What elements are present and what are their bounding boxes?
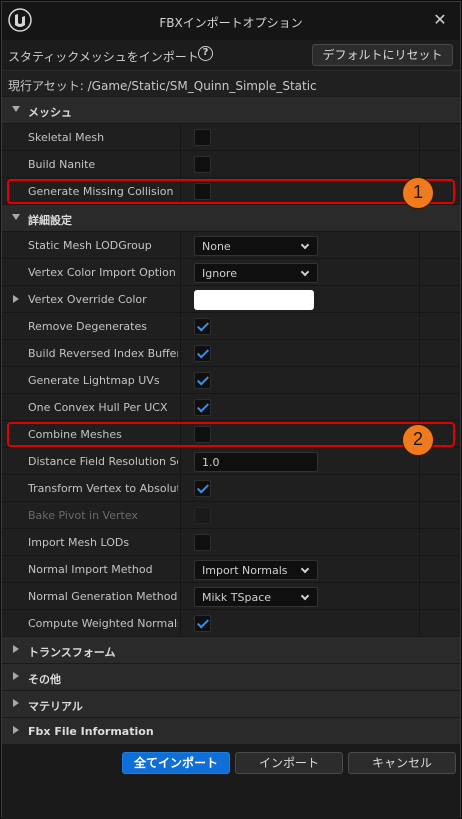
chevron-down-icon	[300, 240, 310, 250]
normal-import-method-dropdown[interactable]: Import Normals	[194, 560, 318, 580]
vertex-color-import-dropdown[interactable]: Ignore	[194, 263, 318, 283]
property-label: Distance Field Resolution Sc...	[28, 455, 178, 468]
section-material[interactable]: マテリアル	[2, 690, 460, 717]
generate-lightmap-uvs-checkbox[interactable]	[194, 372, 211, 389]
build-reversed-index-buffer-checkbox[interactable]	[194, 345, 211, 362]
vertex-override-color-swatch[interactable]	[194, 290, 314, 310]
row-one-convex-hull-per-ucx: One Convex Hull Per UCX	[2, 393, 460, 421]
row-normal-generation-method: Normal Generation Method Mikk TSpace	[2, 582, 460, 610]
row-skeletal-mesh: Skeletal Mesh	[2, 123, 460, 151]
section-mesh[interactable]: メッシュ	[2, 96, 460, 123]
section-label: マテリアル	[28, 700, 83, 713]
row-distance-field-resolution-scale: Distance Field Resolution Sc... 1.0	[2, 447, 460, 475]
help-icon[interactable]: ?	[198, 46, 213, 61]
expand-arrow-icon	[13, 672, 19, 680]
property-label: Build Nanite	[28, 158, 96, 171]
compute-weighted-normals-checkbox[interactable]	[194, 615, 211, 632]
transform-vertex-to-absolute-checkbox[interactable]	[194, 480, 211, 497]
remove-degenerates-checkbox[interactable]	[194, 318, 211, 335]
collapse-arrow-icon	[12, 214, 20, 220]
close-icon: ✕	[433, 10, 447, 29]
row-bake-pivot-in-vertex: Bake Pivot in Vertex	[2, 501, 460, 529]
annotation-badge-1: 1	[402, 177, 434, 209]
property-label: Bake Pivot in Vertex	[28, 509, 138, 522]
row-build-reversed-index-buffer: Build Reversed Index Buffer	[2, 339, 460, 367]
property-label: Static Mesh LODGroup	[28, 239, 152, 252]
section-misc[interactable]: その他	[2, 663, 460, 690]
row-static-mesh-lod-group: Static Mesh LODGroup None	[2, 231, 460, 259]
chevron-down-icon	[300, 267, 310, 277]
build-nanite-checkbox[interactable]	[194, 156, 211, 173]
distance-field-resolution-input[interactable]: 1.0	[194, 452, 318, 472]
property-label: Transform Vertex to Absolute	[28, 482, 178, 495]
dropdown-value: Import Normals	[202, 564, 288, 577]
property-label: One Convex Hull Per UCX	[28, 401, 168, 414]
row-generate-lightmap-uvs: Generate Lightmap UVs	[2, 366, 460, 394]
import-all-button[interactable]: 全てインポート	[122, 752, 230, 774]
current-asset-label: 現行アセット: /Game/Static/SM_Quinn_Simple_Sta…	[8, 79, 317, 93]
section-label: トランスフォーム	[28, 646, 116, 659]
annotation-badge-2: 2	[402, 424, 434, 456]
import-type-label: スタティックメッシュをインポート	[8, 50, 199, 64]
expand-arrow-icon	[13, 699, 19, 707]
row-compute-weighted-normals: Compute Weighted Normals	[2, 609, 460, 637]
reset-to-default-button[interactable]: デフォルトにリセット	[312, 44, 453, 66]
section-transform[interactable]: トランスフォーム	[2, 636, 460, 663]
property-label: Remove Degenerates	[28, 320, 147, 333]
cancel-button[interactable]: キャンセル	[348, 752, 456, 774]
chevron-down-icon	[300, 591, 310, 601]
property-label: Normal Import Method	[28, 563, 153, 576]
title-bar[interactable]: FBXインポートオプション ✕	[2, 2, 460, 40]
close-button[interactable]: ✕	[430, 10, 450, 30]
chevron-down-icon	[300, 564, 310, 574]
property-label: Import Mesh LODs	[28, 536, 130, 549]
property-label: Vertex Color Import Option	[28, 266, 176, 279]
import-mesh-lods-checkbox[interactable]	[194, 534, 211, 551]
collapse-arrow-icon	[12, 106, 20, 112]
footer-bar: 全てインポート インポート キャンセル	[2, 746, 460, 819]
input-value: 1.0	[202, 456, 220, 469]
section-label: その他	[28, 673, 61, 686]
property-label: Skeletal Mesh	[28, 131, 105, 144]
section-label: メッシュ	[28, 106, 72, 119]
dropdown-value: None	[202, 240, 231, 253]
lod-group-dropdown[interactable]: None	[194, 236, 318, 256]
section-label: 詳細設定	[28, 214, 72, 227]
row-normal-import-method: Normal Import Method Import Normals	[2, 555, 460, 583]
row-build-nanite: Build Nanite	[2, 150, 460, 178]
highlight-box-combine-meshes	[7, 422, 455, 447]
window-title: FBXインポートオプション	[159, 16, 303, 30]
import-button[interactable]: インポート	[235, 752, 343, 774]
row-import-mesh-lods: Import Mesh LODs	[2, 528, 460, 556]
normal-generation-method-dropdown[interactable]: Mikk TSpace	[194, 587, 318, 607]
highlight-box-generate-missing-collision	[7, 179, 455, 204]
section-advanced[interactable]: 詳細設定	[2, 204, 460, 231]
expand-arrow-icon	[13, 645, 19, 653]
property-label: Compute Weighted Normals	[28, 617, 178, 630]
one-convex-hull-per-ucx-checkbox[interactable]	[194, 399, 211, 416]
dropdown-value: Mikk TSpace	[202, 591, 272, 604]
property-label: Build Reversed Index Buffer	[28, 347, 178, 360]
import-header-bar: スタティックメッシュをインポート ? デフォルトにリセット	[2, 40, 460, 70]
row-remove-degenerates: Remove Degenerates	[2, 312, 460, 340]
fbx-import-options-window: FBXインポートオプション ✕ スタティックメッシュをインポート ? デフォルト…	[1, 1, 461, 819]
expand-arrow-icon[interactable]	[13, 295, 19, 303]
section-label: Fbx File Information	[28, 725, 154, 738]
dropdown-value: Ignore	[202, 267, 237, 280]
row-transform-vertex-to-absolute: Transform Vertex to Absolute	[2, 474, 460, 502]
property-label: Normal Generation Method	[28, 590, 178, 603]
property-label: Generate Lightmap UVs	[28, 374, 160, 387]
property-label: Vertex Override Color	[28, 293, 147, 306]
skeletal-mesh-checkbox[interactable]	[194, 129, 211, 146]
row-vertex-override-color: Vertex Override Color	[2, 285, 460, 313]
bake-pivot-in-vertex-checkbox	[194, 507, 211, 524]
current-asset-bar: 現行アセット: /Game/Static/SM_Quinn_Simple_Sta…	[2, 70, 460, 96]
expand-arrow-icon	[13, 726, 19, 734]
row-vertex-color-import-option: Vertex Color Import Option Ignore	[2, 258, 460, 286]
section-fbx-file-information[interactable]: Fbx File Information	[2, 717, 460, 744]
